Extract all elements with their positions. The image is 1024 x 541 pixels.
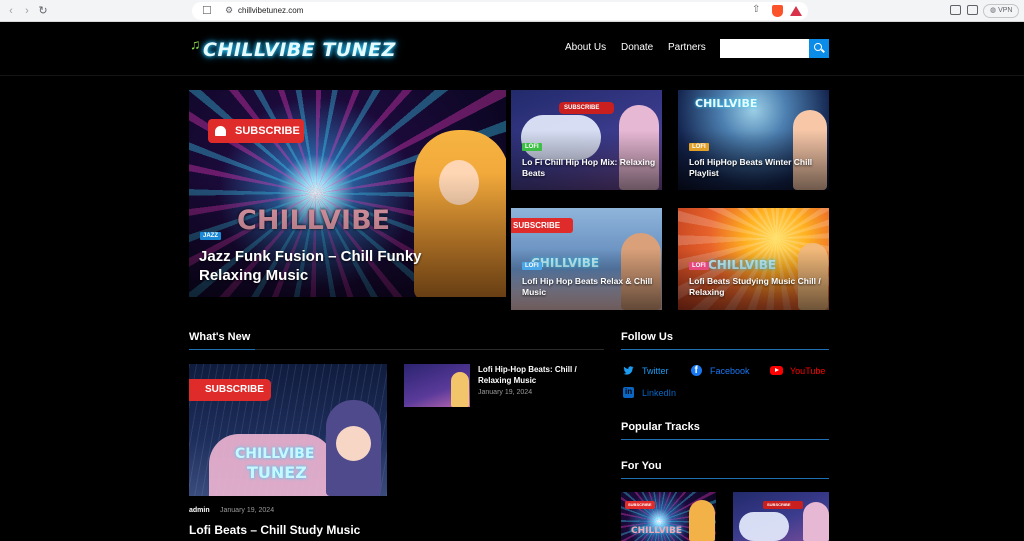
for-you-thumbnail-1[interactable]: SUBSCRIBE CHILLVIBE bbox=[621, 492, 716, 541]
category-badge[interactable]: JAZZ bbox=[200, 232, 221, 240]
facebook-icon: f bbox=[691, 365, 702, 376]
category-badge[interactable]: LOFI bbox=[522, 143, 542, 151]
featured-title[interactable]: Lo Fi Chill Hip Hop Mix: Relaxing Beats bbox=[522, 157, 657, 179]
cloud-image bbox=[739, 512, 789, 541]
section-divider bbox=[621, 439, 829, 440]
address-bar[interactable]: ☐ ⚙ chillvibetunez.com ⇧ bbox=[192, 2, 808, 20]
facebook-link[interactable]: Facebook bbox=[710, 366, 750, 376]
featured-card-5[interactable]: CHILLVIBE LOFI Lofi Beats Studying Music… bbox=[678, 208, 829, 310]
youtube-icon bbox=[770, 366, 783, 375]
popular-tracks-heading: Popular Tracks bbox=[621, 421, 700, 433]
featured-card-2[interactable]: SUBSCRIBE LOFI Lo Fi Chill Hip Hop Mix: … bbox=[511, 90, 662, 190]
anime-girl-image bbox=[689, 500, 715, 541]
side-post-title[interactable]: Lofi Hip-Hop Beats: Chill / Relaxing Mus… bbox=[478, 364, 603, 386]
vpn-button[interactable]: ◍ VPN bbox=[983, 4, 1020, 18]
for-you-heading: For You bbox=[621, 460, 662, 472]
vpn-label: VPN bbox=[998, 7, 1013, 14]
image-logo-text: CHILLVIBE bbox=[695, 97, 758, 110]
category-badge[interactable]: LOFI bbox=[689, 262, 709, 270]
share-icon[interactable]: ⇧ bbox=[752, 4, 760, 15]
anime-face bbox=[336, 426, 371, 461]
for-you-thumbnail-2[interactable]: SUBSCRIBE bbox=[733, 492, 829, 541]
featured-card-4[interactable]: SUBSCRIBE CHILLVIBE LOFI Lofi Hip Hop Be… bbox=[511, 208, 662, 310]
category-badge[interactable]: LOFI bbox=[522, 262, 542, 270]
image-logo-subtext: TUNEZ bbox=[247, 463, 307, 482]
anime-girl-image bbox=[451, 372, 469, 407]
site-info-icon[interactable]: ⚙ bbox=[225, 5, 233, 16]
subscribe-image-text: SUBSCRIBE bbox=[235, 125, 300, 137]
subscribe-image-text: SUBSCRIBE bbox=[205, 384, 264, 395]
subscribe-image-button: SUBSCRIBE bbox=[625, 501, 655, 509]
subscribe-image-text: SUBSCRIBE bbox=[628, 502, 652, 507]
image-logo-text: CHILLVIBE bbox=[235, 446, 315, 462]
nav-donate[interactable]: Donate bbox=[621, 42, 653, 53]
featured-card-3[interactable]: CHILLVIBE LOFI Lofi HipHop Beats Winter … bbox=[678, 90, 829, 190]
category-badge[interactable]: LOFI bbox=[689, 143, 709, 151]
post-author[interactable]: admin bbox=[189, 507, 210, 514]
url-text[interactable]: chillvibetunez.com bbox=[238, 6, 303, 15]
featured-title[interactable]: Lofi Beats Studying Music Chill / Relaxi… bbox=[689, 276, 824, 298]
reload-icon[interactable]: ↻ bbox=[36, 4, 50, 18]
subscribe-image-button: SUBSCRIBE bbox=[763, 501, 803, 509]
subscribe-image-text: SUBSCRIBE bbox=[564, 105, 600, 111]
subscribe-image-button: SUBSCRIBE bbox=[189, 379, 271, 401]
subscribe-image-text: SUBSCRIBE bbox=[513, 221, 561, 230]
logo-text: CHILLVIBE TUNEZ bbox=[203, 39, 396, 61]
twitter-icon bbox=[623, 365, 634, 376]
search-button[interactable] bbox=[809, 39, 829, 58]
sidebar-icon[interactable] bbox=[950, 5, 961, 15]
nav-partners[interactable]: Partners bbox=[668, 42, 706, 53]
forward-icon[interactable]: › bbox=[20, 4, 34, 18]
side-post-thumbnail[interactable] bbox=[404, 364, 470, 407]
image-logo-text: CHILLVIBE bbox=[631, 526, 683, 536]
featured-title[interactable]: Lofi HipHop Beats Winter Chill Playlist bbox=[689, 157, 824, 179]
featured-title[interactable]: Jazz Funk Fusion – Chill Funky Relaxing … bbox=[199, 247, 449, 285]
bell-icon bbox=[215, 126, 226, 136]
whats-new-heading: What's New bbox=[189, 331, 251, 343]
site-header: ♫ CHILLVIBE TUNEZ About Us Donate Partne… bbox=[0, 22, 1024, 76]
post-title[interactable]: Lofi Beats – Chill Study Music bbox=[189, 523, 360, 537]
section-divider-accent bbox=[189, 349, 255, 350]
follow-us-heading: Follow Us bbox=[621, 331, 673, 343]
linkedin-link[interactable]: LinkedIn bbox=[642, 388, 676, 398]
music-note-icon: ♫ bbox=[190, 36, 201, 52]
section-divider bbox=[621, 349, 829, 350]
brave-shields-icon[interactable] bbox=[772, 5, 783, 17]
featured-title[interactable]: Lofi Hip Hop Beats Relax & Chill Music bbox=[522, 276, 657, 298]
subscribe-image-button: SUBSCRIBE bbox=[559, 102, 614, 114]
search-input[interactable] bbox=[720, 39, 809, 58]
youtube-link[interactable]: YouTube bbox=[790, 366, 825, 376]
whats-new-main-image[interactable]: SUBSCRIBE CHILLVIBE TUNEZ bbox=[189, 364, 387, 496]
twitter-link[interactable]: Twitter bbox=[642, 366, 669, 376]
featured-card-main[interactable]: SUBSCRIBE CHILLVIBE JAZZ Jazz Funk Fusio… bbox=[189, 90, 506, 297]
nav-about-us[interactable]: About Us bbox=[565, 42, 606, 53]
section-divider bbox=[621, 478, 829, 479]
side-post-date: January 19, 2024 bbox=[478, 389, 533, 396]
bookmark-icon[interactable]: ☐ bbox=[202, 4, 212, 17]
browser-toolbar: ‹ › ↻ ☐ ⚙ chillvibetunez.com ⇧ ◍ VPN bbox=[0, 0, 1024, 22]
post-date: January 19, 2024 bbox=[220, 507, 275, 514]
wallet-icon[interactable] bbox=[967, 5, 978, 15]
anime-girl-image bbox=[803, 502, 829, 541]
subscribe-image-text: SUBSCRIBE bbox=[767, 502, 791, 507]
linkedin-icon: in bbox=[623, 387, 634, 398]
vpn-icon: ◍ bbox=[990, 7, 999, 14]
brave-rewards-icon[interactable] bbox=[790, 6, 802, 16]
back-icon[interactable]: ‹ bbox=[4, 4, 18, 18]
subscribe-image-button: SUBSCRIBE bbox=[511, 218, 573, 233]
search-icon bbox=[814, 43, 822, 51]
